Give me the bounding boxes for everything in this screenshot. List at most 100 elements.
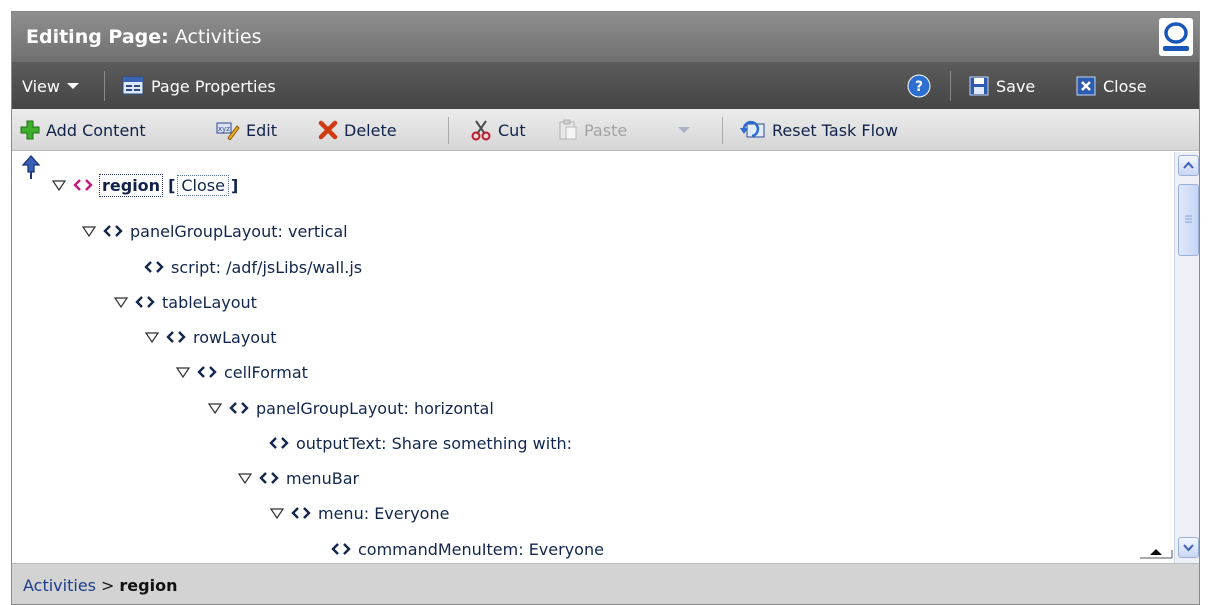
edit-button[interactable]: xyz Edit — [216, 109, 277, 151]
breadcrumb-separator: > — [101, 576, 115, 595]
component-tree: region [ Close ] panelGroupLayout: verti… — [12, 152, 1174, 563]
toolbar-separator — [722, 117, 723, 144]
component-tag-icon — [73, 179, 93, 191]
chevron-down-icon — [66, 83, 79, 89]
close-icon — [1076, 76, 1096, 96]
paste-icon — [559, 119, 577, 140]
expand-triangle-icon[interactable] — [114, 295, 128, 309]
cut-button[interactable]: Cut — [470, 109, 526, 151]
component-tag-icon — [135, 296, 155, 308]
tree-node-label: menuBar — [286, 468, 360, 488]
breadcrumb-link-activities[interactable]: Activities — [23, 576, 96, 595]
add-icon — [20, 120, 40, 140]
chevron-down-icon — [1183, 544, 1194, 552]
menu-bar: View Page Properties ? Save Close — [12, 63, 1199, 109]
expand-triangle-icon[interactable] — [176, 365, 190, 379]
tree-node-region[interactable]: region [ Close ] — [52, 172, 238, 198]
scroll-up-button[interactable] — [1178, 155, 1199, 176]
component-tag-icon — [229, 402, 249, 414]
edit-label: Edit — [246, 120, 277, 140]
menu-separator — [104, 71, 105, 101]
page-editor-window: Editing Page: Activities View Page Prope… — [11, 11, 1200, 605]
expand-triangle-icon[interactable] — [238, 471, 252, 485]
toolbar: Add Content xyz Edit Delete Cut Paste Re… — [12, 109, 1199, 151]
help-icon: ? — [907, 74, 931, 98]
add-content-button[interactable]: Add Content — [20, 109, 146, 151]
view-menu[interactable]: View — [22, 63, 79, 109]
close-open-bracket: [ — [168, 175, 176, 195]
tree-node[interactable]: tableLayout — [114, 289, 257, 315]
add-content-label: Add Content — [46, 120, 146, 140]
expand-triangle-icon[interactable] — [52, 178, 66, 192]
tree-node-label: script: /adf/jsLibs/wall.js — [171, 257, 363, 277]
svg-text:?: ? — [915, 79, 923, 95]
paste-button[interactable]: Paste — [558, 109, 627, 151]
toolbar-separator — [448, 117, 449, 144]
save-icon — [969, 76, 989, 96]
tree-node[interactable]: rowLayout — [145, 324, 277, 350]
tree-node-label: tableLayout — [162, 292, 257, 312]
collapse-panel-icon[interactable] — [1138, 545, 1174, 561]
delete-label: Delete — [344, 120, 397, 140]
delete-icon — [318, 120, 338, 140]
cut-label: Cut — [498, 120, 526, 140]
expand-triangle-icon[interactable] — [145, 330, 159, 344]
status-footer: Activities > region — [12, 563, 1199, 604]
reset-task-flow-icon — [740, 120, 765, 138]
reset-task-flow-label: Reset Task Flow — [772, 120, 898, 140]
region-label[interactable]: region — [98, 173, 164, 197]
tree-node-label: outputText: Share something with: — [296, 433, 572, 453]
tree-node-label: panelGroupLayout: horizontal — [256, 398, 494, 418]
component-tag-icon — [197, 366, 217, 378]
tree-node-label: rowLayout — [193, 327, 277, 347]
grip-icon — [1185, 215, 1192, 223]
help-button[interactable]: ? — [907, 63, 931, 109]
page-title: Editing Page: Activities — [26, 26, 262, 48]
reset-task-flow-button[interactable]: Reset Task Flow — [740, 109, 898, 151]
up-arrow-icon[interactable] — [20, 154, 42, 182]
tree-node-label: menu: Everyone — [318, 503, 450, 523]
tree-node[interactable]: panelGroupLayout: horizontal — [208, 395, 494, 421]
delete-button[interactable]: Delete — [318, 109, 397, 151]
tree-node[interactable]: outputText: Share something with: — [268, 430, 572, 456]
region-close-link[interactable]: [ Close ] — [168, 174, 238, 196]
tree-node[interactable]: commandMenuItem: Everyone — [330, 536, 604, 562]
page-properties-icon — [122, 76, 144, 95]
oracle-logo — [1159, 18, 1193, 56]
component-tag-icon — [103, 225, 123, 237]
tree-node[interactable]: panelGroupLayout: vertical — [82, 218, 348, 244]
tree-node[interactable]: cellFormat — [176, 359, 308, 385]
component-tag-icon — [331, 543, 351, 555]
tree-node[interactable]: menu: Everyone — [270, 500, 449, 526]
chevron-up-icon — [1183, 161, 1194, 169]
chevron-down-icon — [678, 127, 690, 133]
close-label: Close — [1103, 76, 1147, 96]
edit-icon: xyz — [216, 122, 240, 140]
paste-label: Paste — [584, 120, 628, 140]
component-tag-icon — [291, 507, 311, 519]
breadcrumb-current: region — [119, 576, 178, 595]
svg-text:xyz: xyz — [218, 125, 230, 133]
component-tag-icon — [259, 472, 279, 484]
expand-triangle-icon[interactable] — [82, 224, 96, 238]
expand-triangle-icon[interactable] — [270, 506, 284, 520]
save-button[interactable]: Save — [969, 63, 1035, 109]
tree-node-label: commandMenuItem: Everyone — [358, 539, 604, 559]
component-tag-icon — [144, 261, 164, 273]
component-tag-icon — [269, 437, 289, 449]
breadcrumb: Activities > region — [23, 576, 177, 595]
close-link-text[interactable]: Close — [177, 174, 229, 196]
tree-node[interactable]: script: /adf/jsLibs/wall.js — [143, 254, 362, 280]
scroll-down-button[interactable] — [1178, 537, 1199, 558]
expand-triangle-icon[interactable] — [208, 401, 222, 415]
view-menu-label: View — [22, 76, 60, 96]
close-button[interactable]: Close — [1076, 63, 1147, 109]
page-properties-button[interactable]: Page Properties — [122, 63, 276, 109]
component-tag-icon — [166, 331, 186, 343]
tree-scrollbar[interactable] — [1174, 152, 1199, 563]
menu-separator — [950, 71, 951, 101]
title-prefix: Editing Page: — [26, 26, 169, 48]
scroll-thumb[interactable] — [1178, 184, 1199, 256]
tree-node[interactable]: menuBar — [238, 465, 359, 491]
paste-options-dropdown[interactable] — [678, 109, 690, 151]
